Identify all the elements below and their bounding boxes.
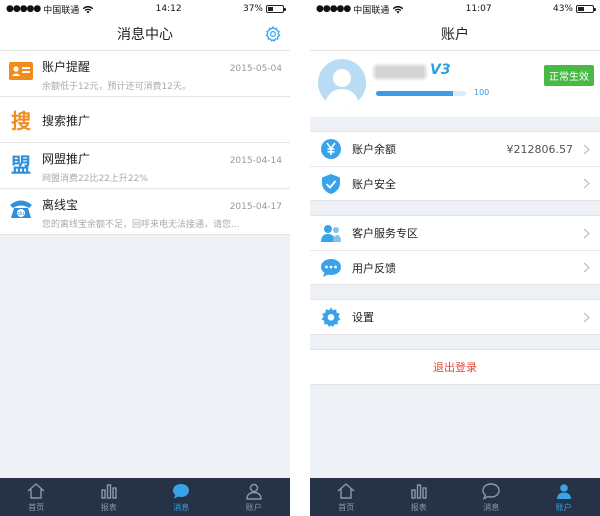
nav-bar: 消息中心: [0, 18, 290, 51]
battery-level: [577, 7, 584, 11]
message-preview: 余额低于12元，预计还可消费12天。: [42, 82, 191, 92]
bar-chart-icon: [411, 484, 427, 499]
chevron-right-icon: [583, 312, 590, 322]
row-security[interactable]: 账户安全: [310, 166, 600, 200]
signal-icon: ●●●●●: [316, 4, 351, 14]
account-screen: ●●●●● 中国联通 11:07 43% 账户 V3 100 正常生效 账户余额…: [310, 0, 600, 516]
tab-account[interactable]: 账户: [528, 478, 600, 516]
battery-icon: [265, 5, 286, 13]
level-progress-value: 100: [474, 88, 490, 97]
id-card-icon: [9, 62, 33, 80]
message-title: 账户提醒: [42, 60, 91, 74]
tab-messages[interactable]: 消息: [455, 478, 528, 516]
username-redacted: [374, 65, 426, 79]
carrier: 中国联通: [43, 5, 80, 16]
row-settings[interactable]: 设置: [310, 300, 600, 334]
service-section: 客户服务专区 用户反馈: [310, 215, 600, 285]
yen-icon: [321, 139, 341, 159]
wifi-icon: [83, 5, 94, 13]
vip-level-badge: V3: [430, 62, 451, 78]
message-center-screen: ●●●●● 中国联通 14:12 37% 消息中心 账户提醒 2015-05-0…: [0, 0, 290, 516]
tab-reports[interactable]: 报表: [73, 478, 146, 516]
user-icon: [246, 483, 262, 500]
settings-section: 设置: [310, 299, 600, 335]
home-icon: [337, 483, 355, 499]
tab-bar: 首页 报表 消息 账户: [310, 478, 600, 516]
chevron-right-icon: [583, 178, 590, 189]
carrier: 中国联通: [353, 5, 390, 16]
message-date: 2015-04-17: [229, 202, 282, 212]
chat-bubble-icon: [482, 483, 500, 500]
message-item-search-promo[interactable]: 搜 搜索推广: [0, 97, 290, 143]
message-preview: 您的离线宝余额不足，回呼来电无法接通，请您...: [42, 220, 240, 230]
row-customer-service[interactable]: 客户服务专区: [310, 216, 600, 250]
message-item-union-promo[interactable]: 盟 网盟推广 2015-04-14 网盟消费22比22上升22%: [0, 143, 290, 189]
gear-icon[interactable]: [264, 25, 282, 43]
chat-bubble-icon: [173, 484, 190, 499]
signal-icon: ●●●●●: [6, 4, 41, 14]
screen-divider: [290, 0, 310, 516]
status-badge: 正常生效: [544, 65, 594, 86]
page-title: 消息中心: [117, 27, 173, 43]
user-icon: [556, 484, 571, 499]
level-progress-fill: [376, 91, 453, 96]
chat-dots-icon: [321, 258, 341, 277]
tab-reports[interactable]: 报表: [383, 478, 456, 516]
user-silhouette-icon: [325, 69, 359, 107]
message-preview: 网盟消费22比22上升22%: [42, 174, 148, 184]
tab-bar: 首页 报表 消息 账户: [0, 478, 290, 516]
phone-icon: du: [10, 200, 32, 218]
union-promo-icon: 盟: [11, 152, 31, 177]
search-promo-icon: 搜: [11, 109, 31, 133]
status-bar: ●●●●● 中国联通 11:07 43%: [310, 0, 600, 18]
home-icon: [27, 483, 45, 499]
chevron-right-icon: [583, 262, 590, 273]
message-title: 离线宝: [42, 198, 79, 212]
clock: 14:12: [155, 4, 182, 14]
message-title: 网盟推广: [42, 152, 91, 166]
nav-bar: 账户: [310, 18, 600, 51]
chevron-right-icon: [583, 228, 590, 238]
tab-messages[interactable]: 消息: [145, 478, 218, 516]
gear-icon: [321, 307, 341, 328]
battery-percent: 43%: [552, 4, 573, 14]
battery-level: [267, 7, 274, 11]
shield-icon: [322, 173, 340, 194]
customer-service-icon: [321, 225, 341, 242]
bar-chart-icon: [101, 484, 117, 499]
tab-account[interactable]: 账户: [218, 478, 291, 516]
svg-text:du: du: [18, 211, 24, 217]
account-section: 账户余额 ¥212806.57 账户安全: [310, 131, 600, 201]
clock: 11:07: [465, 4, 492, 14]
avatar[interactable]: [318, 59, 366, 107]
page-title: 账户: [441, 27, 469, 43]
message-item-account-alert[interactable]: 账户提醒 2015-05-04 余额低于12元，预计还可消费12天。: [0, 51, 290, 97]
battery-percent: 37%: [242, 4, 263, 14]
logout-button[interactable]: 退出登录: [310, 349, 600, 385]
message-date: 2015-04-14: [229, 156, 282, 166]
level-progress-bar: [376, 91, 466, 96]
status-bar: ●●●●● 中国联通 14:12 37%: [0, 0, 290, 18]
row-feedback[interactable]: 用户反馈: [310, 250, 600, 284]
balance-value: ¥212806.57: [506, 142, 573, 156]
wifi-icon: [393, 5, 404, 13]
message-date: 2015-05-04: [229, 64, 282, 74]
tab-home[interactable]: 首页: [310, 478, 383, 516]
row-balance[interactable]: 账户余额 ¥212806.57: [310, 132, 600, 166]
message-item-offline[interactable]: du 离线宝 2015-04-17 您的离线宝余额不足，回呼来电无法接通，请您.…: [0, 189, 290, 235]
profile-card[interactable]: V3 100 正常生效: [310, 51, 600, 117]
app-comparison: ●●●●● 中国联通 14:12 37% 消息中心 账户提醒 2015-05-0…: [0, 0, 600, 516]
message-title: 搜索推广: [42, 114, 91, 128]
battery-icon: [575, 5, 596, 13]
chevron-right-icon: [583, 144, 590, 154]
tab-home[interactable]: 首页: [0, 478, 73, 516]
